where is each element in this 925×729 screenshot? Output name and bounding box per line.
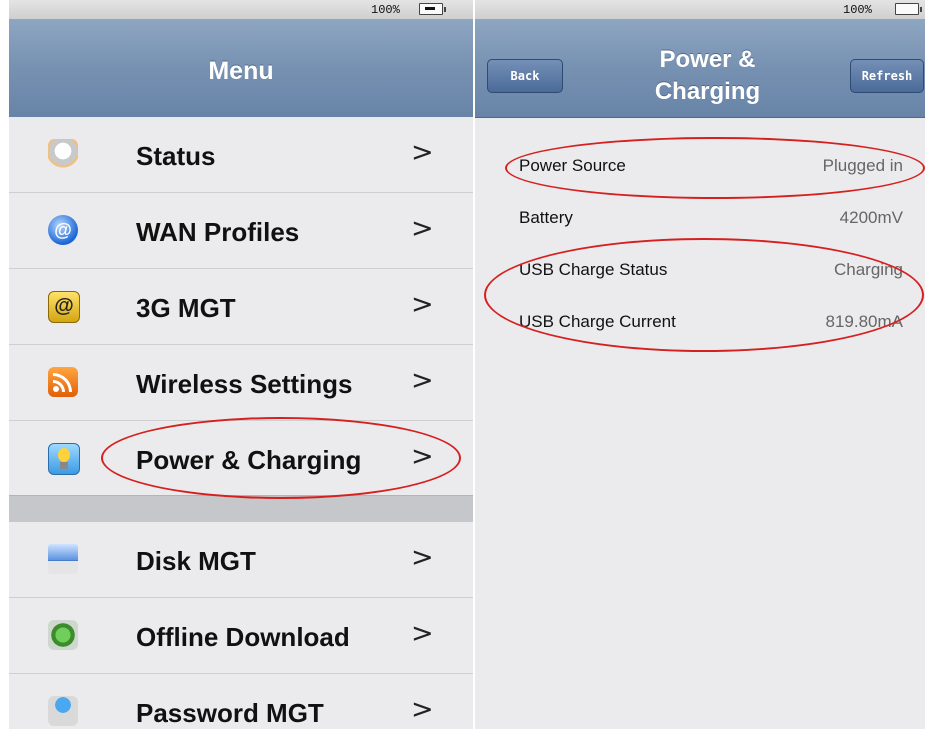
section-separator: [9, 495, 473, 523]
menu-item-label: WAN Profiles: [136, 217, 300, 247]
info-key: Power Source: [519, 156, 626, 175]
info-row-battery: Battery 4200mV: [519, 208, 903, 232]
info-value: 819.80mA: [825, 312, 904, 331]
back-button[interactable]: Back: [487, 59, 563, 93]
menu-item-label: Status: [136, 141, 216, 171]
menu-item-label: Power & Charging: [136, 445, 362, 475]
menu-item-label: Password MGT: [136, 698, 324, 728]
menu-item-disk-mgt[interactable]: Disk MGT >: [9, 522, 473, 598]
info-row-power-source: Power Source Plugged in: [519, 156, 903, 180]
cubes-download-icon: [48, 620, 78, 650]
chevron-right-icon: >: [411, 289, 434, 320]
chevron-right-icon: >: [411, 137, 434, 168]
menu-pane: 100% Menu Status > @ WAN Profiles > @ 3G…: [9, 0, 473, 729]
menu-item-label: 3G MGT: [136, 293, 236, 323]
refresh-button[interactable]: Refresh: [850, 59, 924, 93]
chevron-right-icon: >: [411, 694, 434, 725]
info-key: Battery: [519, 208, 573, 227]
detail-pane: 100% Back Power & Charging Refresh Power…: [475, 0, 925, 729]
menu-item-wireless-settings[interactable]: Wireless Settings >: [9, 345, 473, 421]
battery-percent: 100%: [371, 3, 400, 17]
info-key: USB Charge Status: [519, 260, 668, 279]
battery-icon: [895, 3, 922, 15]
menu-item-label: Disk MGT: [136, 546, 256, 576]
info-value: 4200mV: [839, 208, 903, 227]
chevron-right-icon: >: [411, 365, 434, 396]
router-status-icon: [48, 139, 78, 169]
chevron-right-icon: >: [411, 213, 434, 244]
chevron-right-icon: >: [411, 542, 434, 573]
status-bar: 100%: [475, 0, 925, 19]
menu-item-label: Wireless Settings: [136, 369, 353, 399]
padlock-icon: [48, 696, 78, 726]
chevron-right-icon: >: [411, 618, 434, 649]
menu-item-password-mgt[interactable]: Password MGT >: [9, 674, 473, 729]
info-value: Charging: [834, 260, 903, 279]
detail-navbar: Back Power & Charging Refresh: [475, 19, 925, 118]
battery-percent: 100%: [843, 3, 872, 17]
page-title: Power & Charging: [605, 44, 810, 108]
menu-item-power-charging[interactable]: Power & Charging >: [9, 421, 473, 497]
info-row-usb-charge-current: USB Charge Current 819.80mA: [519, 312, 903, 336]
at-sign-icon: @: [48, 291, 80, 323]
info-value: Plugged in: [822, 156, 903, 175]
menu-item-3g-mgt[interactable]: @ 3G MGT >: [9, 269, 473, 345]
disk-icon: [48, 544, 78, 574]
at-globe-icon: @: [48, 215, 78, 245]
page-title-line1: Power &: [659, 46, 756, 73]
status-bar: 100%: [9, 0, 473, 19]
chevron-right-icon: >: [411, 441, 434, 472]
menu-item-offline-download[interactable]: Offline Download >: [9, 598, 473, 674]
wireless-feed-icon: [48, 367, 78, 397]
info-key: USB Charge Current: [519, 312, 676, 331]
menu-item-wan-profiles[interactable]: @ WAN Profiles >: [9, 193, 473, 269]
menu-title: Menu: [208, 57, 274, 85]
menu-navbar: Menu: [9, 19, 473, 118]
menu-item-label: Offline Download: [136, 622, 350, 652]
menu-item-status[interactable]: Status >: [9, 117, 473, 193]
page-title-line2: Charging: [654, 78, 761, 105]
battery-charging-icon: [419, 3, 446, 15]
light-bulb-icon: [48, 443, 80, 475]
info-row-usb-charge-status: USB Charge Status Charging: [519, 260, 903, 284]
